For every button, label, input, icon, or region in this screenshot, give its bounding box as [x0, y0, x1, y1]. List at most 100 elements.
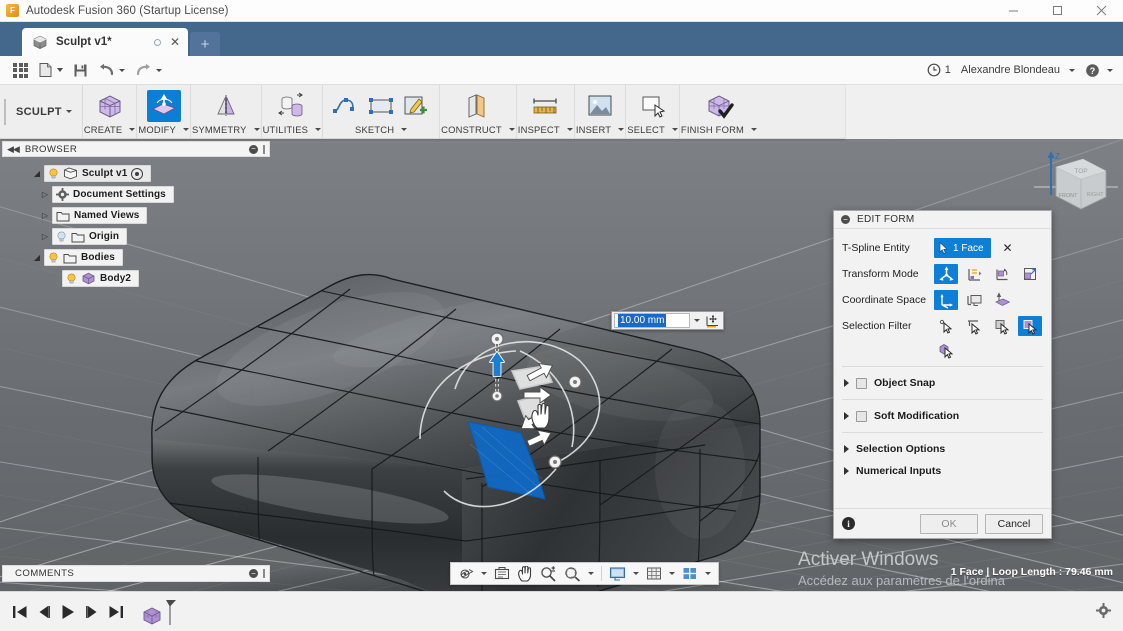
expander-icon[interactable]: ◢	[30, 169, 44, 178]
save-button[interactable]	[68, 56, 93, 85]
tree-item-sculpt-v1[interactable]: ◢ Sculpt v1	[0, 163, 268, 184]
minimize-icon[interactable]	[991, 0, 1035, 22]
expander-icon[interactable]: ◢	[30, 253, 44, 262]
minus-circle-icon[interactable]: −	[841, 215, 850, 224]
skip-to-end-icon[interactable]	[108, 605, 124, 619]
tree-item-document-settings[interactable]: ▷ Document Settings	[0, 184, 268, 205]
workspace-selector[interactable]: SCULPT	[0, 85, 83, 138]
redo-button[interactable]	[130, 56, 167, 85]
zoom-window-icon[interactable]	[561, 563, 597, 584]
close-icon[interactable]	[1079, 0, 1123, 22]
bulb-icon[interactable]	[66, 273, 77, 284]
viewport-layout-icon[interactable]	[679, 563, 714, 584]
create-box-icon[interactable]	[93, 90, 127, 122]
select-body-icon[interactable]	[1018, 316, 1042, 336]
step-forward-icon[interactable]	[85, 605, 99, 619]
expander-icon[interactable]: ▷	[38, 190, 52, 199]
ok-button[interactable]: OK	[920, 513, 978, 534]
tree-item-named-views[interactable]: ▷ Named Views	[0, 205, 268, 226]
transform-all-icon[interactable]	[934, 264, 958, 284]
rotate-icon[interactable]	[990, 264, 1014, 284]
section-selection-options[interactable]: Selection Options	[842, 438, 1043, 460]
object-snap-checkbox[interactable]	[856, 377, 867, 389]
construct-plane-icon[interactable]	[461, 90, 495, 122]
edit-form-icon[interactable]	[146, 90, 181, 122]
insert-image-icon[interactable]	[583, 90, 617, 122]
form-feature-icon[interactable]	[142, 606, 162, 626]
minus-circle-icon[interactable]: −	[249, 144, 258, 154]
timeline-settings[interactable]	[1096, 602, 1117, 621]
chevron-down-icon[interactable]	[669, 572, 675, 575]
user-menu[interactable]: Alexandre Blondeau	[955, 64, 1081, 76]
chevron-right-icon[interactable]	[844, 412, 849, 420]
chevron-down-icon[interactable]	[705, 572, 711, 575]
panel-grip[interactable]	[263, 569, 265, 578]
chevron-down-icon[interactable]	[633, 572, 639, 575]
scale-icon[interactable]	[1018, 264, 1042, 284]
bulb-icon[interactable]	[48, 168, 59, 179]
chevron-right-icon[interactable]	[844, 445, 849, 453]
measure-icon[interactable]	[528, 90, 562, 122]
edit-form-dialog[interactable]: − EDIT FORM T-Spline Entity 1 Face ✕ Tra…	[833, 210, 1052, 539]
grid-menu-icon[interactable]	[8, 56, 33, 85]
skip-to-start-icon[interactable]	[12, 605, 28, 619]
chevron-right-icon[interactable]	[844, 467, 849, 475]
info-icon[interactable]: i	[842, 517, 855, 530]
pan-icon[interactable]	[514, 563, 536, 584]
bulb-icon[interactable]	[56, 231, 67, 242]
select-face-icon[interactable]	[990, 316, 1014, 336]
orbit-icon[interactable]	[455, 563, 490, 584]
grid-snap-icon[interactable]	[643, 563, 678, 584]
value-input-field[interactable]: 10.00 mm	[614, 313, 690, 328]
view-space-icon[interactable]	[962, 290, 986, 310]
play-icon[interactable]	[60, 604, 76, 620]
value-input-widget[interactable]: 10.00 mm	[611, 311, 724, 330]
step-back-icon[interactable]	[37, 605, 51, 619]
zoom-icon[interactable]	[537, 563, 560, 584]
undo-button[interactable]	[93, 56, 130, 85]
section-object-snap[interactable]: Object Snap	[842, 372, 1043, 394]
select-point-icon[interactable]	[934, 316, 958, 336]
tree-item-body2[interactable]: Body2	[0, 268, 268, 289]
help-menu[interactable]: ?	[1085, 63, 1115, 78]
collapse-arrows-icon[interactable]: ◀◀	[7, 144, 20, 155]
finish-form-icon[interactable]	[702, 90, 736, 122]
x-icon[interactable]: ✕	[1000, 241, 1016, 255]
panel-grip[interactable]	[263, 144, 265, 154]
selection-chip[interactable]: 1 Face	[934, 238, 991, 258]
expander-icon[interactable]: ▷	[38, 232, 52, 241]
select-body-alt-icon[interactable]	[934, 340, 958, 360]
mirror-icon[interactable]	[209, 90, 243, 122]
timeline-feature[interactable]	[142, 598, 178, 626]
section-soft-modification[interactable]: Soft Modification	[842, 405, 1043, 427]
close-icon[interactable]: ✕	[168, 36, 182, 48]
chevron-down-icon[interactable]	[690, 319, 704, 322]
file-menu-button[interactable]	[33, 56, 68, 85]
bulb-icon[interactable]	[48, 252, 59, 263]
minus-circle-icon[interactable]: −	[249, 569, 258, 578]
gear-icon[interactable]	[1096, 602, 1111, 618]
soft-modification-checkbox[interactable]	[856, 410, 867, 422]
normal-space-icon[interactable]	[990, 290, 1014, 310]
cancel-button[interactable]: Cancel	[985, 513, 1043, 534]
coordinate-input-icon[interactable]	[704, 313, 721, 328]
select-edge-icon[interactable]	[962, 316, 986, 336]
expander-icon[interactable]: ▷	[38, 211, 52, 220]
visibility-icon[interactable]	[131, 167, 144, 180]
utilities-icon[interactable]	[275, 90, 309, 122]
world-space-icon[interactable]	[934, 290, 958, 310]
document-tab[interactable]: Sculpt v1* ✕	[22, 28, 188, 56]
add-tab-button[interactable]: +	[190, 32, 220, 56]
select-window-icon[interactable]	[636, 90, 670, 122]
chevron-right-icon[interactable]	[844, 379, 849, 387]
tree-item-origin[interactable]: ▷ Origin	[0, 226, 268, 247]
translate-icon[interactable]	[962, 264, 986, 284]
chevron-down-icon[interactable]	[481, 572, 487, 575]
create-sketch-icon[interactable]	[399, 90, 433, 122]
comments-panel[interactable]: COMMENTS −	[2, 565, 270, 582]
maximize-icon[interactable]	[1035, 0, 1079, 22]
section-numerical-inputs[interactable]: Numerical Inputs	[842, 460, 1043, 482]
chevron-down-icon[interactable]	[588, 572, 594, 575]
timeline-marker[interactable]	[162, 598, 178, 626]
rectangle-icon[interactable]	[364, 90, 398, 122]
